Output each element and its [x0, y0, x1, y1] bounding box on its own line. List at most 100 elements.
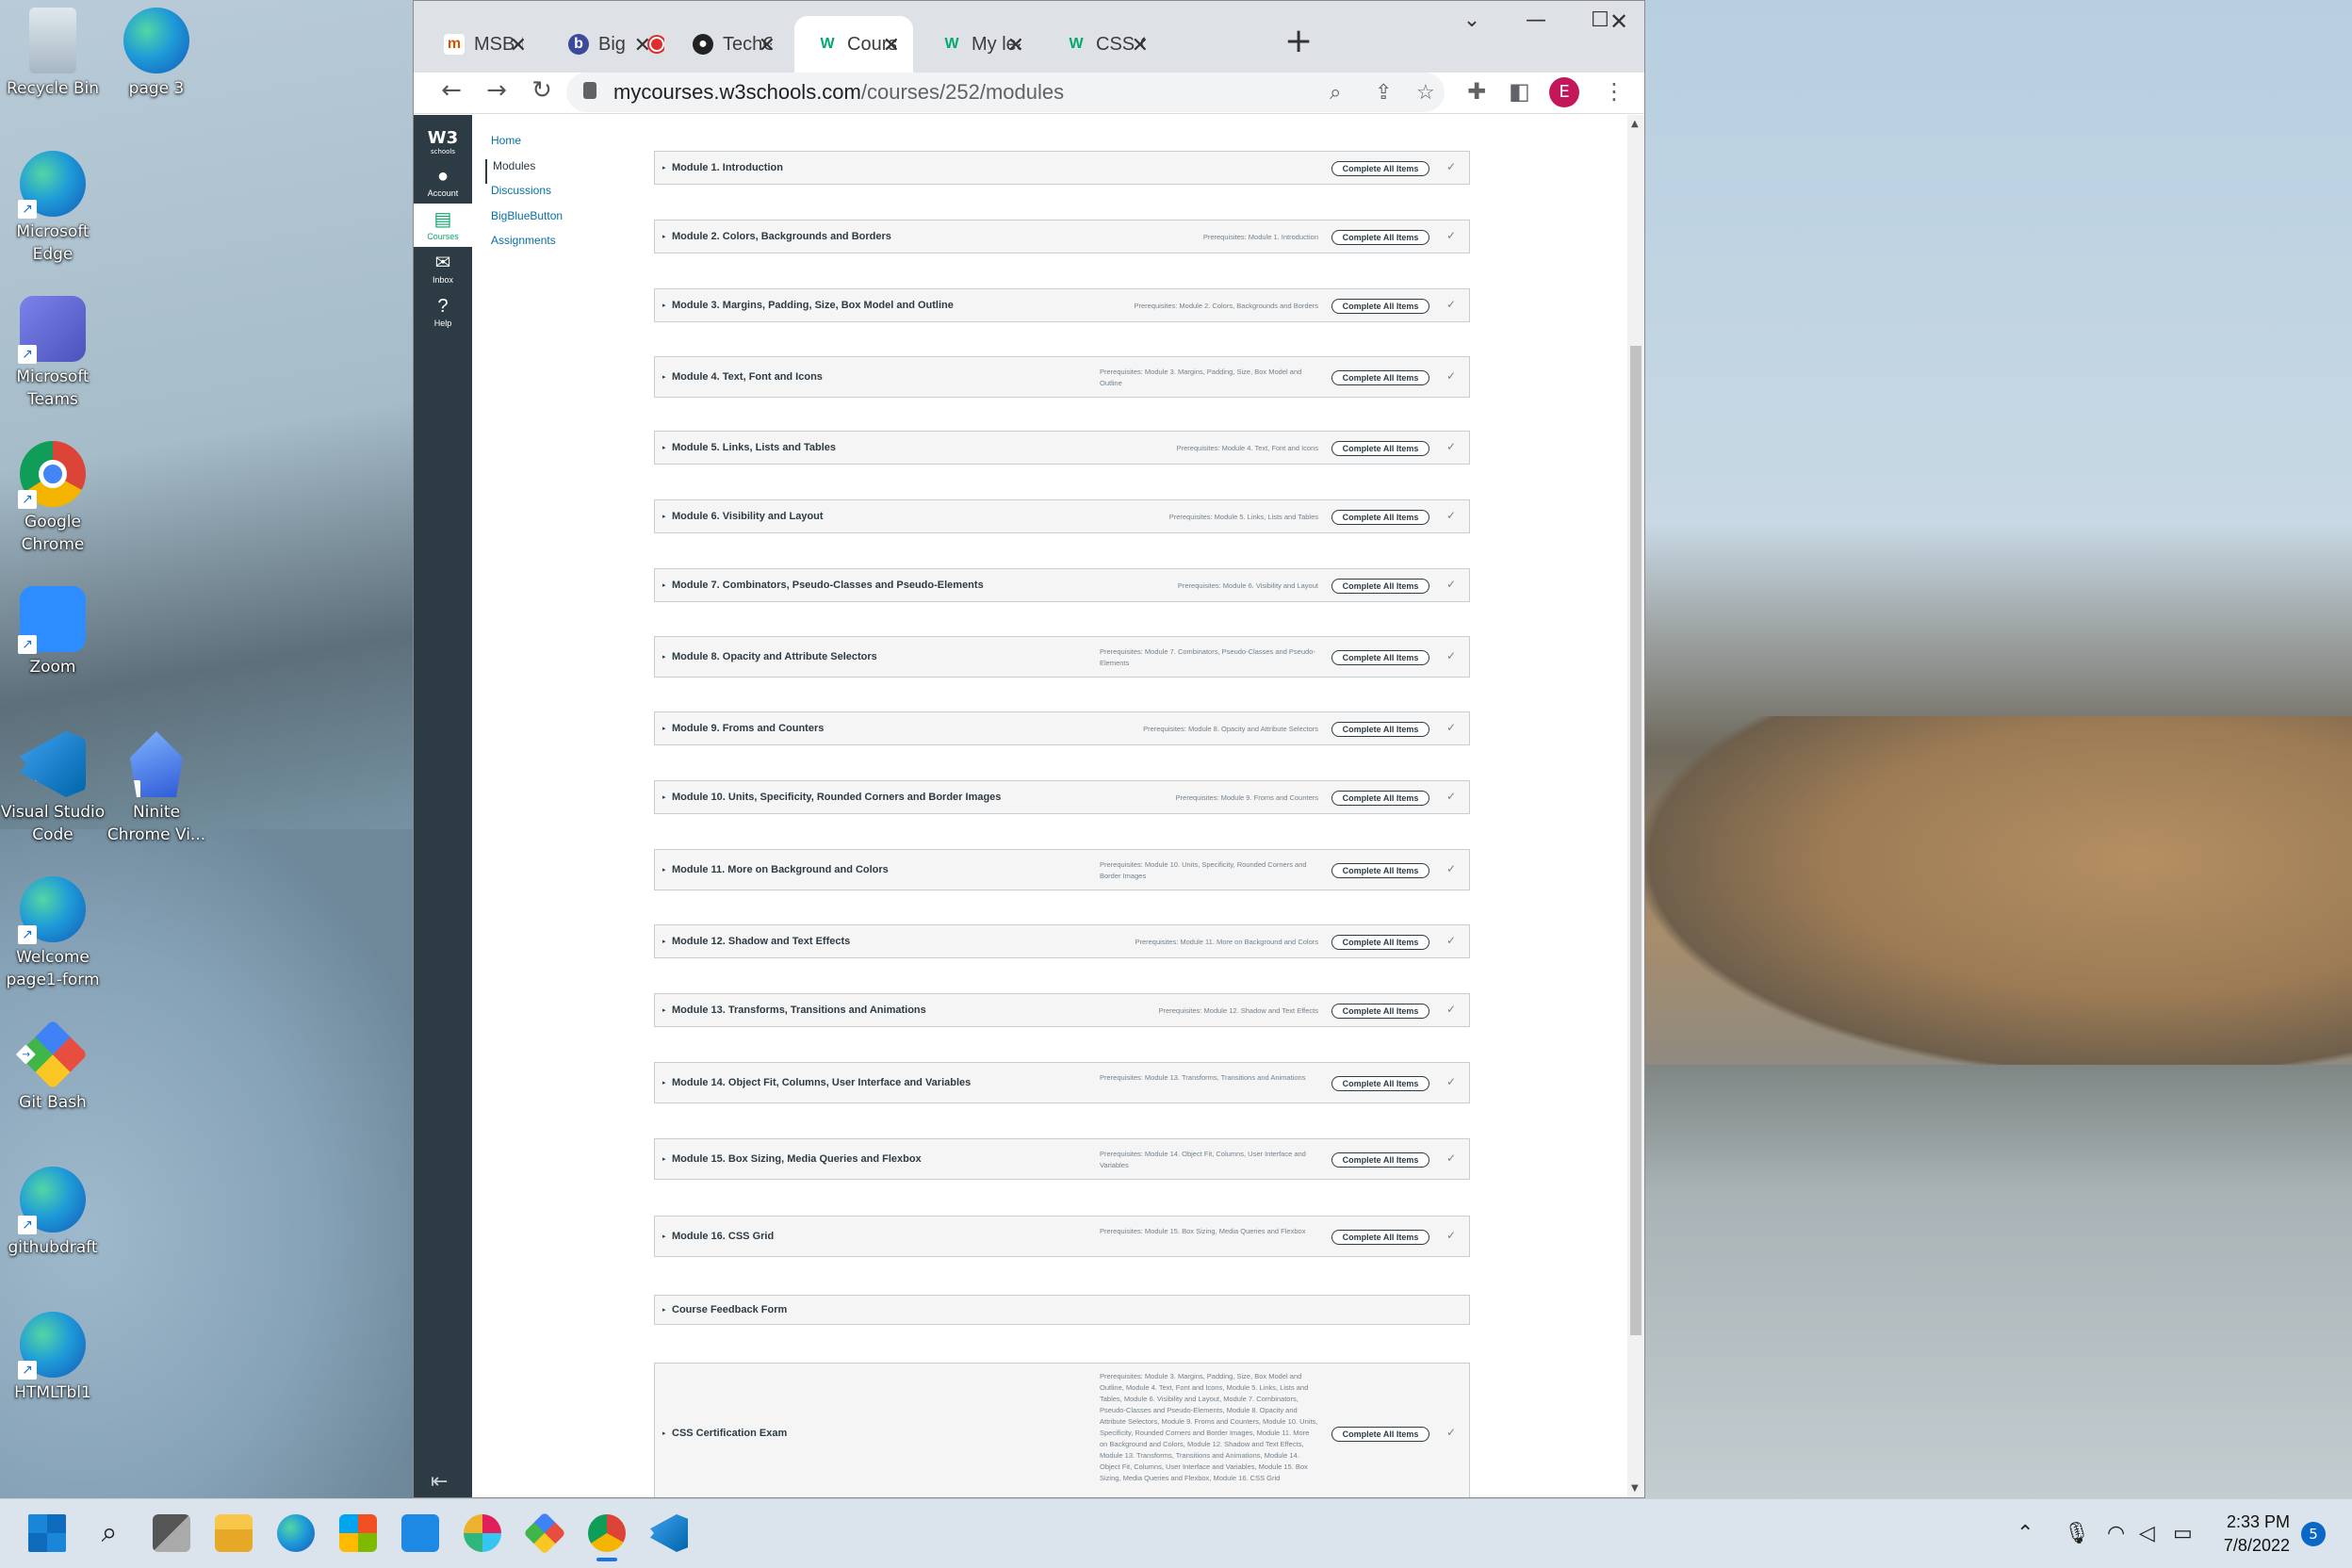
- start-icon[interactable]: [28, 1514, 66, 1552]
- expand-triangle-icon[interactable]: ▸: [662, 164, 666, 172]
- module-row[interactable]: ▸ Module 14. Object Fit, Columns, User In…: [654, 1062, 1470, 1103]
- browser-tab[interactable]: b Big ✕: [546, 16, 664, 73]
- course-nav-discussions[interactable]: Discussions: [485, 184, 563, 209]
- module-row[interactable]: ▸ Module 16. CSS Grid Prerequisites: Modul…: [654, 1216, 1470, 1257]
- course-nav-home[interactable]: Home: [485, 134, 563, 159]
- scrollbar-thumb[interactable]: [1630, 346, 1642, 1335]
- vscode-taskbar-icon[interactable]: [650, 1514, 688, 1552]
- module-name[interactable]: Module 4. Text, Font and Icons: [672, 371, 823, 383]
- desktop-shortcut[interactable]: ↗ githubdraft: [0, 1167, 109, 1259]
- chrome-taskbar-icon[interactable]: [588, 1514, 626, 1552]
- course-nav-assignments[interactable]: Assignments: [485, 234, 563, 259]
- clock[interactable]: 2:33 PM 7/8/2022: [2205, 1511, 2290, 1558]
- expand-triangle-icon[interactable]: ▸: [662, 866, 666, 874]
- desktop-shortcut[interactable]: ↗ Microsoft Edge: [0, 151, 109, 266]
- desktop-shortcut[interactable]: ↗ Visual Studio Code: [0, 731, 109, 846]
- browser-tab[interactable]: ●TechGr✕: [670, 16, 789, 73]
- desktop-shortcut[interactable]: ↗ Git Bash: [0, 1019, 109, 1114]
- expand-triangle-icon[interactable]: ▸: [662, 1306, 666, 1314]
- module-row[interactable]: ▸ Module 2. Colors, Backgrounds and Borde…: [654, 220, 1470, 253]
- scroll-down-icon[interactable]: ▼: [1631, 1483, 1639, 1494]
- tab-close-icon[interactable]: ✕: [510, 33, 527, 57]
- tray-overflow-icon[interactable]: ⌃: [2017, 1522, 2034, 1545]
- module-row[interactable]: ▸ Module 13. Transforms, Transitions and …: [654, 993, 1470, 1027]
- profile-avatar[interactable]: E: [1549, 77, 1579, 107]
- bookmark-star-icon[interactable]: ☆: [1416, 80, 1435, 105]
- module-name[interactable]: Course Feedback Form: [672, 1304, 787, 1315]
- module-name[interactable]: Module 13. Transforms, Transitions and A…: [672, 1004, 926, 1016]
- expand-triangle-icon[interactable]: ▸: [662, 233, 666, 240]
- desktop-shortcut[interactable]: ↗ Microsoft Teams: [0, 296, 109, 411]
- store-icon[interactable]: [339, 1514, 377, 1552]
- module-name[interactable]: Module 8. Opacity and Attribute Selector…: [672, 651, 877, 662]
- browser-tab[interactable]: WMy lea✕: [919, 16, 1037, 73]
- module-name[interactable]: Module 7. Combinators, Pseudo-Classes an…: [672, 580, 984, 591]
- module-name[interactable]: Module 14. Object Fit, Columns, User Int…: [672, 1077, 971, 1088]
- module-row[interactable]: ▸ Module 9. Froms and Counters Prerequisit…: [654, 711, 1470, 745]
- side-panel-icon[interactable]: ◧: [1509, 78, 1530, 105]
- expand-triangle-icon[interactable]: ▸: [662, 725, 666, 732]
- notepad-icon[interactable]: [401, 1514, 439, 1552]
- new-tab-button[interactable]: +: [1284, 22, 1313, 60]
- share-icon[interactable]: ⇪: [1375, 80, 1392, 105]
- module-row[interactable]: ▸ Module 8. Opacity and Attribute Selecto…: [654, 636, 1470, 678]
- desktop-shortcut[interactable]: ↗ Zoom: [0, 586, 109, 678]
- collapse-nav-icon[interactable]: ⇤: [431, 1470, 448, 1494]
- module-name[interactable]: Module 11. More on Background and Colors: [672, 864, 889, 875]
- module-row[interactable]: ▸ Module 15. Box Sizing, Media Queries an…: [654, 1138, 1470, 1180]
- desktop-shortcut[interactable]: Recycle Bin: [0, 8, 109, 100]
- expand-triangle-icon[interactable]: ▸: [662, 1079, 666, 1086]
- file-explorer-icon[interactable]: [215, 1514, 253, 1552]
- module-name[interactable]: Module 3. Margins, Padding, Size, Box Mo…: [672, 300, 954, 311]
- module-row[interactable]: ▸ Module 6. Visibility and Layout Prerequi…: [654, 499, 1470, 533]
- forward-icon[interactable]: →: [478, 76, 515, 105]
- module-row[interactable]: ▸ Module 5. Links, Lists and Tables Prereq…: [654, 431, 1470, 465]
- rail-item-inbox[interactable]: ✉ Inbox: [414, 247, 472, 290]
- edge-taskbar-icon[interactable]: [277, 1514, 315, 1552]
- module-name[interactable]: CSS Certification Exam: [672, 1428, 787, 1439]
- rail-item-account[interactable]: ● Account: [414, 160, 472, 204]
- menu-kebab-icon[interactable]: ⋮: [1603, 78, 1625, 105]
- minimize-button[interactable]: —: [1503, 8, 1569, 32]
- tab-close-icon[interactable]: ✕: [759, 33, 776, 57]
- desktop-shortcut[interactable]: ↗ HTMLTbl1: [0, 1312, 109, 1404]
- microphone-icon[interactable]: 🎙: [2064, 1522, 2090, 1545]
- module-name[interactable]: Module 5. Links, Lists and Tables: [672, 442, 836, 453]
- module-row[interactable]: ▸ Module 7. Combinators, Pseudo-Classes a…: [654, 568, 1470, 602]
- course-nav-bigbluebutton[interactable]: BigBlueButton: [485, 209, 563, 235]
- browser-tab[interactable]: mMSB-F✕: [421, 16, 540, 73]
- slack-icon[interactable]: [464, 1514, 501, 1552]
- desktop-shortcut[interactable]: ↗ Google Chrome: [0, 441, 109, 556]
- module-name[interactable]: Module 1. Introduction: [672, 162, 783, 173]
- tab-close-icon[interactable]: ✕: [634, 33, 651, 57]
- reload-icon[interactable]: ↻: [523, 76, 561, 105]
- module-row[interactable]: ▸ Module 10. Units, Specificity, Rounded …: [654, 780, 1470, 814]
- desktop-shortcut[interactable]: ↗ Ninite Chrome Vi...: [100, 731, 213, 846]
- expand-triangle-icon[interactable]: ▸: [662, 302, 666, 309]
- expand-triangle-icon[interactable]: ▸: [662, 1233, 666, 1240]
- expand-triangle-icon[interactable]: ▸: [662, 938, 666, 945]
- module-name[interactable]: Module 6. Visibility and Layout: [672, 511, 824, 522]
- battery-icon[interactable]: ▭: [2173, 1522, 2193, 1545]
- zoom-icon[interactable]: ⌕: [1330, 80, 1341, 105]
- expand-triangle-icon[interactable]: ▸: [662, 513, 666, 520]
- module-name[interactable]: Module 9. Froms and Counters: [672, 723, 824, 734]
- extensions-icon[interactable]: ✚: [1467, 78, 1486, 105]
- scroll-up-icon[interactable]: ▲: [1631, 119, 1639, 129]
- expand-triangle-icon[interactable]: ▸: [662, 373, 666, 381]
- module-row[interactable]: ▸ Module 4. Text, Font and Icons Prerequis…: [654, 356, 1470, 398]
- search-icon[interactable]: ⌕: [90, 1514, 128, 1552]
- wifi-icon[interactable]: ◠: [2107, 1522, 2125, 1545]
- tab-close-icon[interactable]: ✕: [1132, 33, 1149, 57]
- notification-badge[interactable]: 5: [2301, 1522, 2326, 1546]
- expand-triangle-icon[interactable]: ▸: [662, 581, 666, 589]
- course-nav-modules[interactable]: Modules: [485, 158, 563, 184]
- address-bar[interactable]: mycourses.w3schools.com/courses/252/modu…: [566, 73, 1445, 112]
- back-icon[interactable]: ←: [433, 76, 470, 105]
- expand-triangle-icon[interactable]: ▸: [662, 1155, 666, 1163]
- browser-tab[interactable]: WCourse✕: [794, 16, 913, 73]
- expand-triangle-icon[interactable]: ▸: [662, 444, 666, 451]
- module-name[interactable]: Module 16. CSS Grid: [672, 1231, 774, 1242]
- expand-triangle-icon[interactable]: ▸: [662, 793, 666, 801]
- module-row[interactable]: ▸ Course Feedback Form: [654, 1295, 1470, 1325]
